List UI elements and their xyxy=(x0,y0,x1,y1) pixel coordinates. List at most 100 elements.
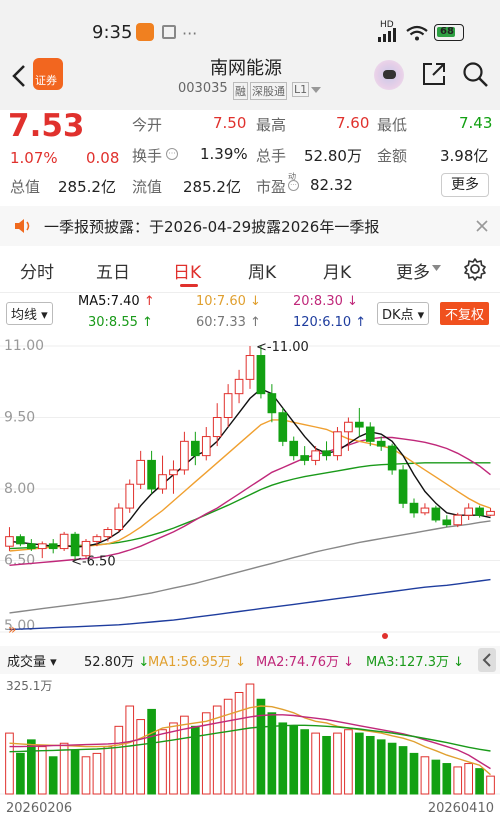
volume-max-label: 325.1万 xyxy=(6,679,52,693)
x-end-date-label: 20260410 xyxy=(428,801,494,816)
volume-bar xyxy=(27,739,36,795)
pe-info-icon[interactable]: ··· xyxy=(288,180,299,191)
ma20-legend: 20:8.30 ↓ xyxy=(293,294,358,309)
candle-body xyxy=(464,507,473,516)
volume-ma2: MA2:74.76万 ↓ xyxy=(256,651,354,670)
volume-bar xyxy=(344,729,353,795)
more-notifications-icon: ··· xyxy=(182,24,198,43)
volume-bar xyxy=(431,759,441,795)
dk-point-select[interactable]: DK点 ▾ xyxy=(377,302,430,325)
candle-body xyxy=(453,514,463,526)
volume-bar xyxy=(114,725,124,795)
tab-five-day[interactable]: 五日 xyxy=(96,258,130,283)
tab-weekly-k[interactable]: 周K xyxy=(248,258,276,283)
market-cap-value: 285.2亿 xyxy=(58,178,116,196)
broker-logo-icon[interactable]: 证券 xyxy=(33,58,63,90)
ai-assistant-icon[interactable] xyxy=(374,60,404,90)
volume-bar xyxy=(147,708,156,795)
ma60-value: 60:7.33 xyxy=(196,315,246,330)
adjust-toggle-button[interactable]: 不复权 xyxy=(440,302,490,325)
volume-chart[interactable]: 325.1万 20260206 20260410 xyxy=(0,674,500,824)
collapse-panel-button[interactable] xyxy=(478,648,496,672)
x-start-date-label: 20260206 xyxy=(6,801,72,816)
candle-body xyxy=(114,507,124,531)
candle-body xyxy=(409,502,419,514)
indicator-select[interactable]: 均线 ▾ xyxy=(6,302,53,325)
connect-tag: 深股通 xyxy=(250,82,287,100)
candle-body xyxy=(147,459,156,490)
candle-body xyxy=(420,507,430,514)
candle-body xyxy=(333,431,342,457)
market-cap-label: 总值 xyxy=(10,178,41,196)
arrow-down-icon: ↓ xyxy=(338,655,355,670)
event-dot-icon xyxy=(382,633,388,639)
volume-value: 52.80万 xyxy=(304,147,362,165)
candle-body xyxy=(245,355,255,380)
wifi-icon xyxy=(406,25,428,41)
volume-bar xyxy=(16,752,25,795)
arrow-up-icon: ↑ xyxy=(139,294,155,309)
volume-bar xyxy=(37,746,47,795)
back-arrow-icon[interactable] xyxy=(10,64,28,88)
volume-bar xyxy=(475,768,484,795)
tab-daily-k[interactable]: 日K xyxy=(173,258,201,283)
tab-monthly-k[interactable]: 月K xyxy=(323,258,351,283)
candle-body xyxy=(201,436,211,457)
amount-label: 金额 xyxy=(377,147,408,165)
notice-text: 一季报预披露：于2026-04-29披露2026年一季报 xyxy=(44,218,380,236)
tab-more[interactable]: 更多 xyxy=(396,258,430,283)
candle-body xyxy=(223,393,233,419)
pe-label: 市盈 xyxy=(256,178,287,196)
ma120-value: 120:6.10 xyxy=(293,315,352,330)
more-quote-button[interactable]: 更多 xyxy=(441,173,489,197)
volume-bar xyxy=(420,756,430,795)
low-label: 最低 xyxy=(377,116,408,134)
candle-body xyxy=(16,536,25,545)
ma20-value: 20:8.30 xyxy=(293,294,343,309)
open-label: 今开 xyxy=(132,116,163,134)
candle-body xyxy=(37,543,47,550)
candle-body xyxy=(180,440,189,471)
ma30-legend: 30:8.55 ↑ xyxy=(88,315,153,330)
volume-indicator-select[interactable]: 成交量 ▾ xyxy=(7,651,57,670)
candle-body xyxy=(103,529,113,538)
arrow-down-icon: ↓ xyxy=(245,294,261,309)
volume-ma2-value: MA2:74.76万 xyxy=(256,655,339,670)
volume-bar xyxy=(245,683,255,795)
float-cap-value: 285.2亿 xyxy=(183,178,241,196)
volume-bar xyxy=(103,746,113,795)
float-cap-label: 流值 xyxy=(132,178,163,196)
arrow-down-icon: ↓ xyxy=(134,655,150,670)
volume-bar xyxy=(81,756,91,795)
volume-indicator-label: 成交量 xyxy=(7,655,47,670)
candle-body xyxy=(158,474,167,490)
search-icon[interactable] xyxy=(462,61,490,89)
candle-body xyxy=(27,543,36,550)
share-icon[interactable] xyxy=(421,61,447,87)
volume-bar xyxy=(355,732,364,795)
candle-body xyxy=(431,507,441,521)
tab-intraday[interactable]: 分时 xyxy=(20,258,54,283)
candle-body xyxy=(212,417,222,438)
candle-body xyxy=(256,355,266,395)
low-value: 7.43 xyxy=(459,114,493,132)
info-icon[interactable]: ··· xyxy=(166,148,178,160)
candle-body xyxy=(442,519,452,526)
notice-bar[interactable]: 一季报预披露：于2026-04-29披露2026年一季报 xyxy=(0,206,500,246)
ma5-legend: MA5:7.40 ↑ xyxy=(78,294,155,309)
candle-body xyxy=(475,507,484,516)
candle-body xyxy=(70,533,80,557)
ma30-line xyxy=(9,462,491,550)
volume-bar xyxy=(158,729,167,795)
y-tick-label: 8.00 xyxy=(4,481,35,497)
expand-icon: » xyxy=(8,622,17,638)
close-icon[interactable] xyxy=(476,220,488,232)
candle-body xyxy=(311,450,320,461)
volume-current: 52.80万 ↓ xyxy=(84,651,149,670)
candlestick-chart[interactable]: 11.009.508.006.505.00<-11.00<-6.50» xyxy=(0,336,500,642)
volume-bar xyxy=(234,691,244,795)
chevron-down-icon[interactable] xyxy=(311,87,321,93)
volume-bar xyxy=(256,698,266,795)
ma10-line xyxy=(9,419,491,552)
gear-icon[interactable] xyxy=(463,257,487,281)
